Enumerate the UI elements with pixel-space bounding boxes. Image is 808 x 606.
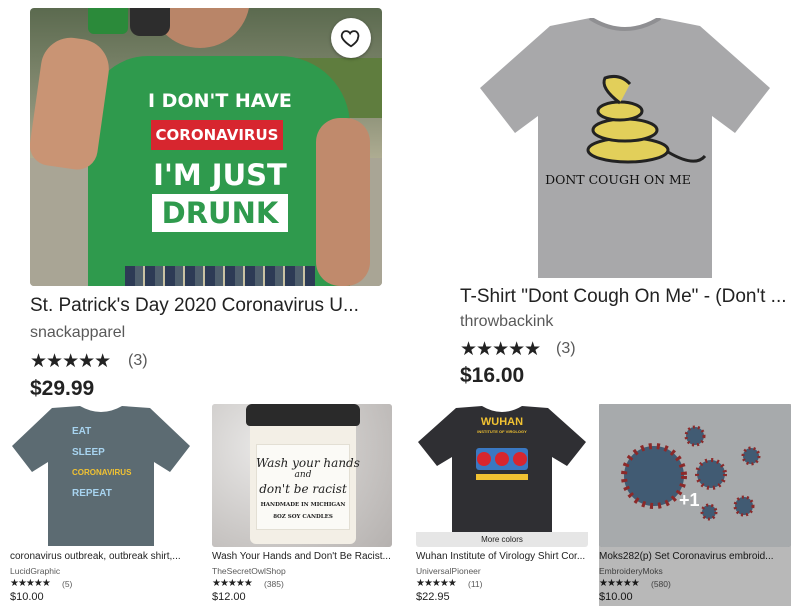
shirt-slogan-line: CORONAVIRUS [155,126,279,144]
listing-card-st-patricks[interactable]: I DON'T HAVE CORONAVIRUS I'M JUST DRUNK … [30,8,382,408]
model-arm [316,118,370,286]
listing-card-eat-sleep[interactable]: EAT SLEEP CORONAVIRUS REPEAT coronavirus… [10,404,200,606]
shirt-text-line: INSTITUTE OF VIROLOGY [477,429,527,434]
shirt-text-line: CORONAVIRUS [72,468,132,477]
shirt-slogan-line: DRUNK [161,196,279,230]
heart-icon [340,30,360,48]
review-count: (11) [468,579,483,589]
listing-card-dont-cough[interactable]: DONT COUGH ON ME T-Shirt "Dont Cough On … [460,10,790,400]
listing-card-embroidery[interactable]: Moks282(p) Set Coronavirus embroid... Em… [599,404,791,606]
review-count: (5) [62,579,73,589]
listing-title[interactable]: St. Patrick's Day 2020 Coronavirus U... [30,295,382,317]
listing-title[interactable]: coronavirus outbreak, outbreak shirt,... [10,551,200,562]
shop-name: throwbackink [460,313,554,330]
review-count: (385) [264,579,284,589]
shop-name: LucidGraphic [10,566,61,576]
listing-price: $16.00 [460,364,525,387]
candle-text: 8OZ SOY CANDLES [273,514,333,520]
listing-title[interactable]: Wash Your Hands and Don't Be Racist... [212,551,402,562]
candle-text: HANDMADE IN MICHIGAN [260,502,346,508]
listing-price: $22.95 [416,591,450,603]
shirt-slogan-line: I'M JUST [153,158,287,192]
listing-title[interactable]: T-Shirt "Dont Cough On Me" - (Don't ... [460,286,790,308]
listing-image[interactable]: Wash your hands and don't be racist HAND… [212,404,392,547]
listing-price: $12.00 [212,591,246,603]
candle-text: Wash your hands [256,456,360,470]
model-cap [130,8,170,36]
review-count: (3) [556,340,576,357]
candle-lid [246,404,360,426]
shirt-text-line: EAT [72,426,92,437]
green-bottle [88,8,128,34]
rating-stars: ★★★★★ [212,578,253,589]
shop-name: UniversalPioneer [416,566,481,576]
listing-image[interactable]: WUHAN INSTITUTE OF VIROLOGY More colors [416,404,588,547]
shirt-text-line: REPEAT [72,488,112,499]
more-colors-label[interactable]: More colors [416,532,588,547]
candle-text: and [294,470,312,480]
review-count: (3) [128,352,148,369]
shirt-text-line: WUHAN [480,416,524,428]
listing-title[interactable]: Wuhan Institute of Virology Shirt Cor... [416,551,606,562]
rating-stars: ★★★★★ [10,578,51,589]
listing-card-wuhan[interactable]: WUHAN INSTITUTE OF VIROLOGY More colors … [416,404,606,606]
rating-stars: ★★★★★ [30,351,111,372]
listing-card-candle[interactable]: Wash your hands and don't be racist HAND… [212,404,402,606]
shirt-text-line: SLEEP [72,447,105,458]
listing-image[interactable]: DONT COUGH ON ME [460,10,790,278]
shirt-slogan-line: I DON'T HAVE [148,90,292,112]
candle-text: don't be racist [259,482,347,496]
listing-price: $10.00 [10,591,44,603]
more-items-count[interactable]: +1 [679,490,700,511]
rating-stars: ★★★★★ [460,339,541,360]
shirt-caption: DONT COUGH ON ME [545,172,691,187]
rating-stars: ★★★★★ [416,578,457,589]
grey-tshirt [480,18,770,278]
shop-name: TheSecretOwlShop [212,566,286,576]
listing-image[interactable]: I DON'T HAVE CORONAVIRUS I'M JUST DRUNK [30,8,382,286]
listing-price: $29.99 [30,377,95,400]
listing-image[interactable]: EAT SLEEP CORONAVIRUS REPEAT [10,404,192,547]
plaid-shorts [125,266,315,286]
favorite-button[interactable] [331,18,371,58]
shop-name: snackapparel [30,324,126,341]
